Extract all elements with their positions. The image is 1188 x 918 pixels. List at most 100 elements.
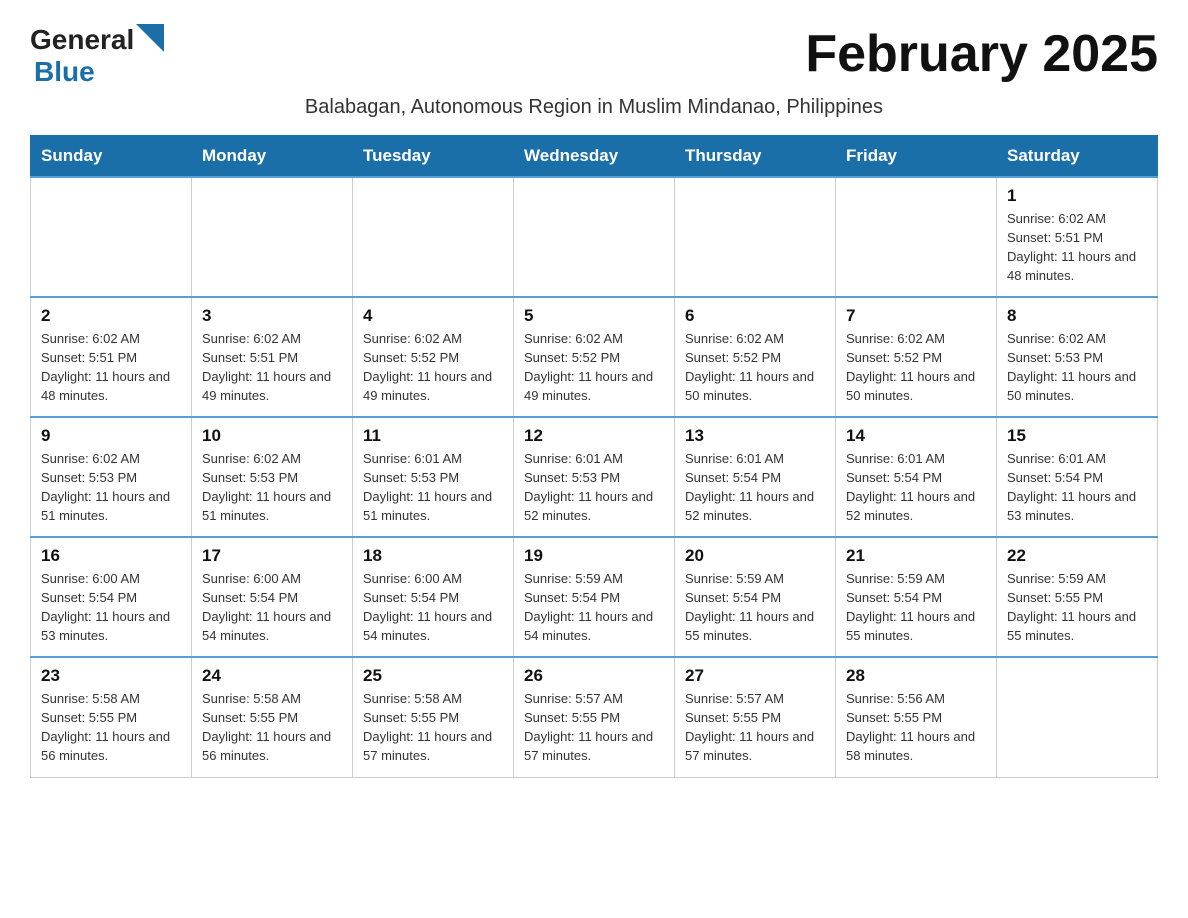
day-number: 5 (524, 306, 664, 326)
calendar-cell: 24 Sunrise: 5:58 AM Sunset: 5:55 PM Dayli… (192, 657, 353, 777)
calendar-cell (192, 177, 353, 297)
day-info: Sunrise: 6:01 AM Sunset: 5:54 PM Dayligh… (685, 450, 825, 525)
calendar-cell: 4 Sunrise: 6:02 AM Sunset: 5:52 PM Daylig… (353, 297, 514, 417)
calendar-cell: 7 Sunrise: 6:02 AM Sunset: 5:52 PM Daylig… (836, 297, 997, 417)
day-number: 9 (41, 426, 181, 446)
calendar-cell: 10 Sunrise: 6:02 AM Sunset: 5:53 PM Dayli… (192, 417, 353, 537)
day-number: 16 (41, 546, 181, 566)
col-wednesday: Wednesday (514, 136, 675, 178)
day-number: 23 (41, 666, 181, 686)
calendar-cell (353, 177, 514, 297)
col-saturday: Saturday (997, 136, 1158, 178)
day-number: 18 (363, 546, 503, 566)
calendar-week-row: 23 Sunrise: 5:58 AM Sunset: 5:55 PM Dayli… (31, 657, 1158, 777)
calendar-cell: 22 Sunrise: 5:59 AM Sunset: 5:55 PM Dayli… (997, 537, 1158, 657)
page-title: February 2025 (805, 24, 1158, 84)
day-info: Sunrise: 5:56 AM Sunset: 5:55 PM Dayligh… (846, 690, 986, 765)
day-info: Sunrise: 6:00 AM Sunset: 5:54 PM Dayligh… (202, 570, 342, 645)
col-friday: Friday (836, 136, 997, 178)
day-info: Sunrise: 6:02 AM Sunset: 5:51 PM Dayligh… (41, 330, 181, 405)
col-tuesday: Tuesday (353, 136, 514, 178)
col-thursday: Thursday (675, 136, 836, 178)
calendar-cell: 19Sunrise: 5:59 AM Sunset: 5:54 PM Dayli… (514, 537, 675, 657)
calendar-cell: 13 Sunrise: 6:01 AM Sunset: 5:54 PM Dayli… (675, 417, 836, 537)
day-info: Sunrise: 5:59 AM Sunset: 5:55 PM Dayligh… (1007, 570, 1147, 645)
day-info: Sunrise: 6:00 AM Sunset: 5:54 PM Dayligh… (41, 570, 181, 645)
calendar-week-row: 1 Sunrise: 6:02 AM Sunset: 5:51 PM Daylig… (31, 177, 1158, 297)
day-number: 11 (363, 426, 503, 446)
day-number: 1 (1007, 186, 1147, 206)
day-info: Sunrise: 6:02 AM Sunset: 5:52 PM Dayligh… (685, 330, 825, 405)
calendar-cell: 8Sunrise: 6:02 AM Sunset: 5:53 PM Daylig… (997, 297, 1158, 417)
day-info: Sunrise: 6:01 AM Sunset: 5:54 PM Dayligh… (1007, 450, 1147, 525)
day-info: Sunrise: 6:01 AM Sunset: 5:53 PM Dayligh… (363, 450, 503, 525)
calendar-cell: 23 Sunrise: 5:58 AM Sunset: 5:55 PM Dayli… (31, 657, 192, 777)
day-info: Sunrise: 5:58 AM Sunset: 5:55 PM Dayligh… (363, 690, 503, 765)
day-number: 22 (1007, 546, 1147, 566)
day-info: Sunrise: 6:02 AM Sunset: 5:53 PM Dayligh… (202, 450, 342, 525)
day-number: 21 (846, 546, 986, 566)
calendar-cell: 28 Sunrise: 5:56 AM Sunset: 5:55 PM Dayli… (836, 657, 997, 777)
day-info: Sunrise: 5:58 AM Sunset: 5:55 PM Dayligh… (202, 690, 342, 765)
calendar-cell: 26 Sunrise: 5:57 AM Sunset: 5:55 PM Dayli… (514, 657, 675, 777)
calendar-week-row: 2 Sunrise: 6:02 AM Sunset: 5:51 PM Daylig… (31, 297, 1158, 417)
day-number: 3 (202, 306, 342, 326)
day-number: 6 (685, 306, 825, 326)
calendar-cell: 16 Sunrise: 6:00 AM Sunset: 5:54 PM Dayli… (31, 537, 192, 657)
day-number: 4 (363, 306, 503, 326)
calendar-cell: 3 Sunrise: 6:02 AM Sunset: 5:51 PM Daylig… (192, 297, 353, 417)
day-number: 28 (846, 666, 986, 686)
day-info: Sunrise: 5:59 AM Sunset: 5:54 PM Dayligh… (524, 570, 664, 645)
calendar-table: Sunday Monday Tuesday Wednesday Thursday… (30, 135, 1158, 778)
calendar-cell: 2 Sunrise: 6:02 AM Sunset: 5:51 PM Daylig… (31, 297, 192, 417)
calendar-cell: 17Sunrise: 6:00 AM Sunset: 5:54 PM Dayli… (192, 537, 353, 657)
day-info: Sunrise: 6:02 AM Sunset: 5:52 PM Dayligh… (524, 330, 664, 405)
calendar-cell: 5 Sunrise: 6:02 AM Sunset: 5:52 PM Daylig… (514, 297, 675, 417)
day-number: 10 (202, 426, 342, 446)
day-number: 7 (846, 306, 986, 326)
day-info: Sunrise: 5:57 AM Sunset: 5:55 PM Dayligh… (524, 690, 664, 765)
col-monday: Monday (192, 136, 353, 178)
page-header: General Blue February 2025 (30, 24, 1158, 88)
subtitle: Balabagan, Autonomous Region in Muslim M… (30, 96, 1158, 119)
logo-blue-text: Blue (34, 56, 95, 88)
logo-general-text: General (30, 24, 134, 56)
day-number: 12 (524, 426, 664, 446)
day-info: Sunrise: 6:00 AM Sunset: 5:54 PM Dayligh… (363, 570, 503, 645)
day-number: 20 (685, 546, 825, 566)
day-number: 24 (202, 666, 342, 686)
calendar-cell (31, 177, 192, 297)
calendar-cell (997, 657, 1158, 777)
day-info: Sunrise: 6:02 AM Sunset: 5:53 PM Dayligh… (41, 450, 181, 525)
calendar-week-row: 16 Sunrise: 6:00 AM Sunset: 5:54 PM Dayli… (31, 537, 1158, 657)
calendar-cell: 14Sunrise: 6:01 AM Sunset: 5:54 PM Dayli… (836, 417, 997, 537)
calendar-cell: 6 Sunrise: 6:02 AM Sunset: 5:52 PM Daylig… (675, 297, 836, 417)
calendar-cell: 1 Sunrise: 6:02 AM Sunset: 5:51 PM Daylig… (997, 177, 1158, 297)
calendar-cell: 21 Sunrise: 5:59 AM Sunset: 5:54 PM Dayli… (836, 537, 997, 657)
day-info: Sunrise: 5:58 AM Sunset: 5:55 PM Dayligh… (41, 690, 181, 765)
day-info: Sunrise: 5:59 AM Sunset: 5:54 PM Dayligh… (685, 570, 825, 645)
calendar-cell: 9 Sunrise: 6:02 AM Sunset: 5:53 PM Daylig… (31, 417, 192, 537)
day-number: 26 (524, 666, 664, 686)
day-info: Sunrise: 6:02 AM Sunset: 5:51 PM Dayligh… (202, 330, 342, 405)
day-info: Sunrise: 6:02 AM Sunset: 5:53 PM Dayligh… (1007, 330, 1147, 405)
calendar-cell: 27 Sunrise: 5:57 AM Sunset: 5:55 PM Dayli… (675, 657, 836, 777)
day-number: 27 (685, 666, 825, 686)
calendar-cell: 25 Sunrise: 5:58 AM Sunset: 5:55 PM Dayli… (353, 657, 514, 777)
day-info: Sunrise: 6:02 AM Sunset: 5:52 PM Dayligh… (363, 330, 503, 405)
day-info: Sunrise: 5:57 AM Sunset: 5:55 PM Dayligh… (685, 690, 825, 765)
calendar-cell: 11 Sunrise: 6:01 AM Sunset: 5:53 PM Dayli… (353, 417, 514, 537)
day-number: 15 (1007, 426, 1147, 446)
calendar-cell (514, 177, 675, 297)
day-number: 13 (685, 426, 825, 446)
day-info: Sunrise: 6:02 AM Sunset: 5:52 PM Dayligh… (846, 330, 986, 405)
day-number: 25 (363, 666, 503, 686)
calendar-cell (675, 177, 836, 297)
day-number: 2 (41, 306, 181, 326)
col-sunday: Sunday (31, 136, 192, 178)
day-info: Sunrise: 5:59 AM Sunset: 5:54 PM Dayligh… (846, 570, 986, 645)
logo-icon (136, 24, 164, 52)
calendar-cell: 18 Sunrise: 6:00 AM Sunset: 5:54 PM Dayli… (353, 537, 514, 657)
calendar-header-row: Sunday Monday Tuesday Wednesday Thursday… (31, 136, 1158, 178)
day-info: Sunrise: 6:02 AM Sunset: 5:51 PM Dayligh… (1007, 210, 1147, 285)
